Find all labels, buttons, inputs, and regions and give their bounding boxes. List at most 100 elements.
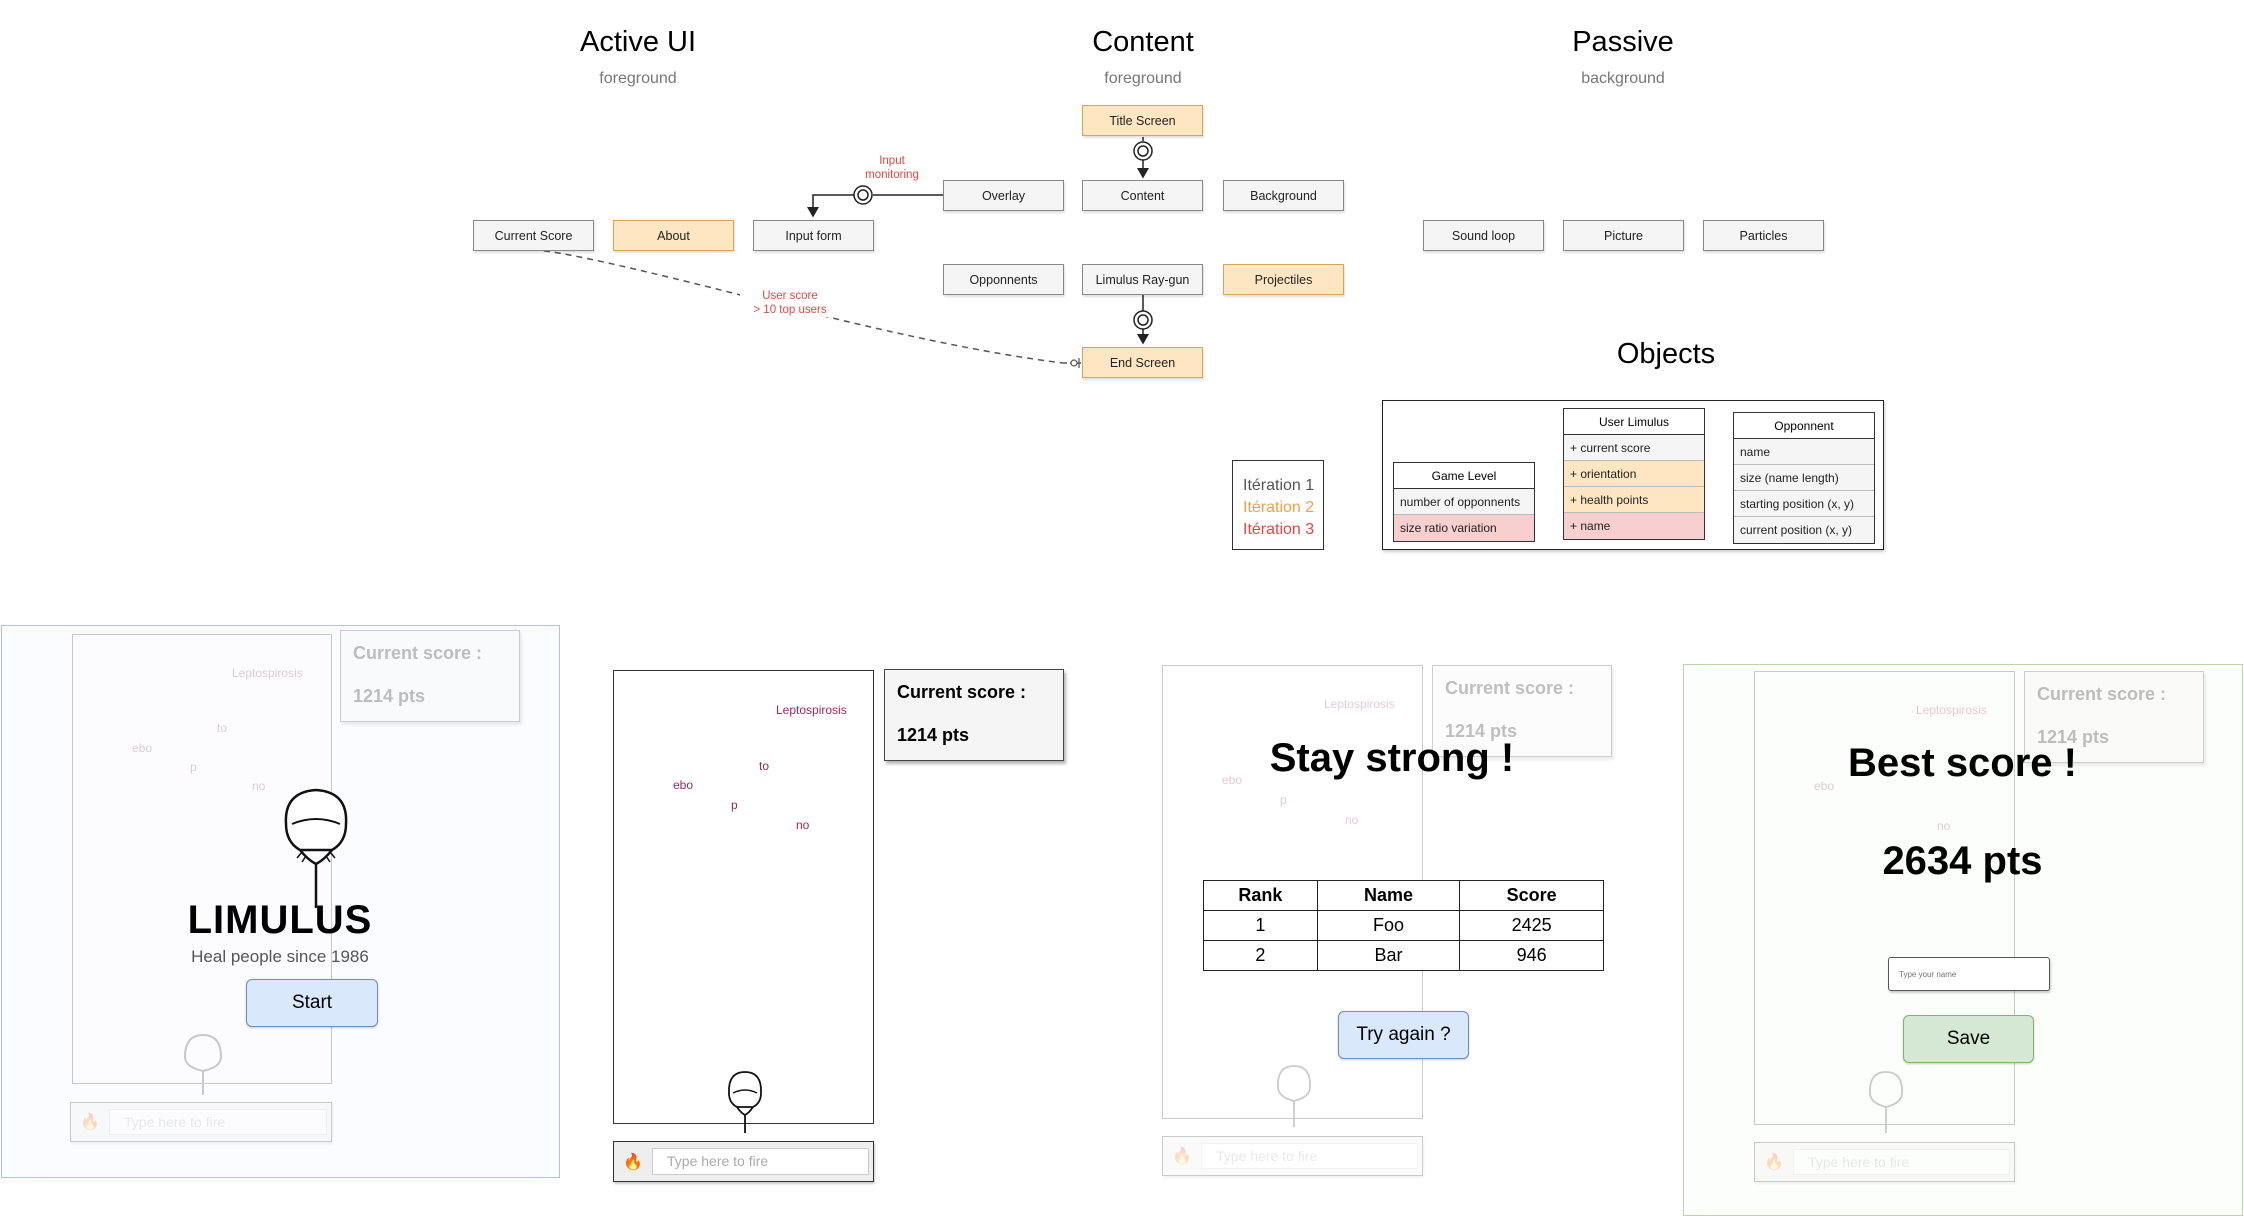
class-opponent: Opponnent name size (name length) starti… bbox=[1733, 412, 1875, 544]
faded-word: to bbox=[217, 721, 228, 735]
faded-word: Leptospirosis bbox=[1324, 697, 1395, 711]
node-overlay: Overlay bbox=[943, 180, 1064, 211]
node-opponents: Opponnents bbox=[943, 264, 1064, 295]
score-value: 1214 pts bbox=[897, 725, 970, 745]
faded-fire-input: 🔥 Type here to fire bbox=[1162, 1136, 1423, 1176]
faded-limulus-icon bbox=[183, 1033, 223, 1095]
end-heading: Stay strong ! bbox=[1269, 736, 1515, 780]
player-limulus-icon bbox=[728, 1071, 762, 1133]
class-field: current position (x, y) bbox=[1734, 517, 1874, 543]
faded-limulus-icon bbox=[1277, 1065, 1311, 1127]
cell-name: Bar bbox=[1316, 940, 1461, 971]
node-sound-loop: Sound loop bbox=[1423, 220, 1544, 251]
best-score-value: 2634 pts bbox=[1882, 839, 2043, 883]
class-field: + current score bbox=[1564, 435, 1704, 461]
class-field: starting position (x, y) bbox=[1734, 491, 1874, 517]
faded-limulus-icon bbox=[1869, 1071, 1903, 1133]
fire-input-bar: 🔥 Type here to fire bbox=[613, 1141, 874, 1182]
class-field: + orientation bbox=[1564, 461, 1704, 487]
falling-word: no bbox=[796, 818, 810, 832]
faded-word: Leptospirosis bbox=[1916, 703, 1987, 717]
class-header: User Limulus bbox=[1564, 409, 1704, 435]
current-score-card: Current score : 1214 pts bbox=[884, 669, 1064, 761]
class-header: Opponnent bbox=[1734, 413, 1874, 439]
faded-word: p bbox=[190, 760, 197, 774]
faded-fire-input: 🔥 Type here to fire bbox=[70, 1102, 332, 1142]
faded-input-placeholder: Type here to fire bbox=[109, 1108, 327, 1136]
class-user-limulus: User Limulus + current score + orientati… bbox=[1563, 408, 1705, 540]
fire-icon: 🔥 bbox=[1172, 1148, 1192, 1165]
node-end-screen: End Screen bbox=[1082, 347, 1203, 378]
title-screen-mockup: Leptospirosis to ebo p no Current score … bbox=[1, 625, 560, 1178]
column-header-score: Score bbox=[1459, 880, 1604, 911]
faded-word: no bbox=[1937, 819, 1951, 833]
class-game-level: Game Level number of opponnents size rat… bbox=[1393, 462, 1535, 542]
cell-score: 946 bbox=[1459, 940, 1604, 971]
save-button[interactable]: Save bbox=[1903, 1015, 2034, 1063]
score-label: Current score : bbox=[353, 643, 483, 663]
objects-title: Objects bbox=[1616, 338, 1716, 370]
node-content: Content bbox=[1082, 180, 1203, 211]
column-header-rank: Rank bbox=[1203, 880, 1318, 911]
name-input[interactable] bbox=[1888, 957, 2050, 991]
ranking-table: Rank Name Score 1 Foo 2425 2 Bar 946 bbox=[1203, 880, 1604, 971]
node-current-score: Current Score bbox=[473, 220, 594, 251]
gameplay-frame: Leptospirosis to ebo p no bbox=[613, 670, 874, 1133]
try-again-button[interactable]: Try again ? bbox=[1338, 1011, 1469, 1059]
node-particles: Particles bbox=[1703, 220, 1824, 251]
node-limulus-raygun: Limulus Ray-gun bbox=[1082, 264, 1203, 295]
logo-text: LIMULUS bbox=[187, 898, 373, 942]
best-score-heading: Best score ! bbox=[1848, 741, 2077, 785]
faded-word: ebo bbox=[132, 741, 153, 755]
legend-iteration-1: Itération 1 bbox=[1243, 477, 1315, 494]
tagline: Heal people since 1986 bbox=[191, 947, 369, 966]
limulus-logo-icon bbox=[284, 788, 348, 908]
fire-text-input[interactable]: Type here to fire bbox=[652, 1147, 869, 1176]
node-title-screen: Title Screen bbox=[1082, 105, 1203, 136]
class-field: number of opponnents bbox=[1394, 489, 1534, 515]
score-value: 1214 pts bbox=[353, 686, 426, 706]
class-field: size (name length) bbox=[1734, 465, 1874, 491]
score-label: Current score : bbox=[1445, 678, 1575, 698]
fire-icon: 🔥 bbox=[80, 1114, 100, 1131]
iteration-legend: Itération 1 Itération 2 Itération 3 bbox=[1232, 460, 1324, 550]
score-label: Current score : bbox=[2037, 684, 2167, 704]
start-button[interactable]: Start bbox=[246, 979, 378, 1027]
column-header-name: Name bbox=[1316, 880, 1461, 911]
faded-input-placeholder: Type here to fire bbox=[1201, 1142, 1418, 1170]
cell-rank: 2 bbox=[1203, 940, 1318, 971]
faded-word: p bbox=[1280, 793, 1287, 807]
table-row: 2 Bar 946 bbox=[1203, 940, 1604, 971]
edge-label-input-monitoring: Input monitoring bbox=[852, 154, 932, 182]
node-background: Background bbox=[1223, 180, 1344, 211]
class-field: size ratio variation bbox=[1394, 515, 1534, 541]
falling-word: ebo bbox=[673, 778, 694, 792]
cell-score: 2425 bbox=[1459, 910, 1604, 941]
falling-word: Leptospirosis bbox=[776, 703, 847, 717]
faded-word: no bbox=[252, 779, 266, 793]
node-projectiles: Projectiles bbox=[1223, 264, 1344, 295]
falling-word: p bbox=[731, 798, 738, 812]
edge-label-user-score: User score > 10 top users bbox=[740, 289, 840, 317]
node-picture: Picture bbox=[1563, 220, 1684, 251]
fire-icon: 🔥 bbox=[1764, 1154, 1784, 1171]
faded-fire-input: 🔥 Type here to fire bbox=[1754, 1142, 2015, 1182]
class-field: + name bbox=[1564, 513, 1704, 539]
faded-word: no bbox=[1345, 813, 1359, 827]
class-field: + health points bbox=[1564, 487, 1704, 513]
table-header-row: Rank Name Score bbox=[1203, 880, 1604, 911]
legend-iteration-2: Itération 2 bbox=[1243, 499, 1315, 516]
faded-word: Leptospirosis bbox=[232, 666, 303, 680]
class-field: name bbox=[1734, 439, 1874, 465]
class-header: Game Level bbox=[1394, 463, 1534, 489]
legend-iteration-3: Itération 3 bbox=[1243, 521, 1315, 538]
cell-name: Foo bbox=[1316, 910, 1461, 941]
fire-icon: 🔥 bbox=[623, 1153, 643, 1171]
falling-word: to bbox=[759, 759, 770, 773]
diagram-connectors bbox=[532, 137, 1153, 368]
score-label: Current score : bbox=[897, 682, 1027, 702]
best-score-mockup: Leptospirosis ebo no Current score : 121… bbox=[1683, 664, 2243, 1216]
faded-score-card: Current score : 1214 pts bbox=[340, 630, 520, 722]
cell-rank: 1 bbox=[1203, 910, 1318, 941]
faded-input-placeholder: Type here to fire bbox=[1793, 1148, 2010, 1176]
